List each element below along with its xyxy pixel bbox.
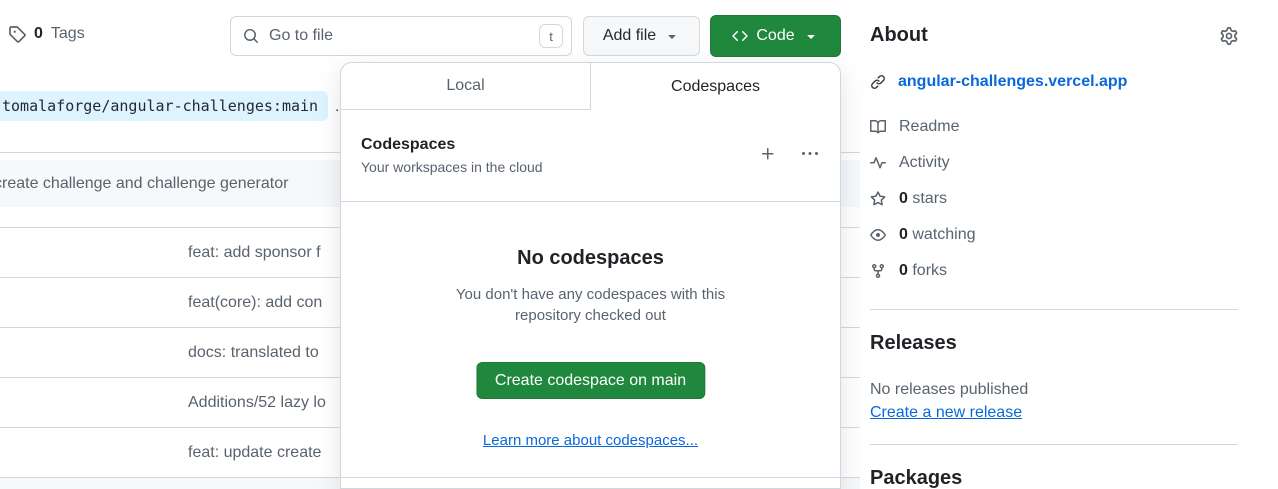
watching-count: 0 xyxy=(899,226,908,243)
go-to-file-search[interactable]: t xyxy=(230,16,572,56)
codespaces-subtitle: Your workspaces in the cloud xyxy=(361,159,543,175)
search-icon xyxy=(243,28,259,44)
no-releases-text: No releases published xyxy=(870,381,1028,399)
kebab-horizontal-icon xyxy=(802,146,818,162)
tags-count: 0 xyxy=(34,25,43,43)
edit-repo-settings-button[interactable] xyxy=(1220,27,1238,48)
star-icon xyxy=(870,191,886,207)
codespaces-title: Codespaces xyxy=(361,136,543,154)
learn-more-link[interactable]: Learn more about codespaces... xyxy=(341,432,840,449)
fork-icon xyxy=(870,263,886,279)
link-icon xyxy=(870,74,886,90)
pulse-icon xyxy=(870,155,886,171)
add-file-label: Add file xyxy=(603,27,656,45)
tab-local[interactable]: Local xyxy=(341,63,591,110)
sidebar-item-label: stars xyxy=(912,190,947,207)
popover-divider xyxy=(341,477,840,478)
code-icon xyxy=(732,28,748,44)
codespaces-more-options-button[interactable] xyxy=(802,146,818,165)
popover-tabs: Local Codespaces xyxy=(341,63,840,110)
sidebar-item-readme[interactable]: Readme xyxy=(870,118,959,136)
search-shortcut-badge: t xyxy=(539,24,563,48)
branch-ref-suffix: . xyxy=(335,98,339,115)
packages-heading: Packages xyxy=(870,467,962,489)
forks-count: 0 xyxy=(899,262,908,279)
eye-icon xyxy=(870,227,886,243)
no-codespaces-description: You don't have any codespaces with this … xyxy=(431,284,751,326)
code-label: Code xyxy=(756,27,794,45)
releases-heading: Releases xyxy=(870,332,957,355)
sidebar-item-label: Readme xyxy=(899,118,959,136)
sidebar-item-label: watching xyxy=(912,226,975,243)
new-codespace-button[interactable] xyxy=(760,146,776,165)
tags-label: Tags xyxy=(51,25,85,43)
plus-icon xyxy=(760,146,776,162)
github-repo-page: 0 Tags t Add file Code tomalaforge/angul… xyxy=(0,0,1278,489)
sidebar-divider xyxy=(870,309,1238,310)
sidebar-item-forks[interactable]: 0 forks xyxy=(870,262,947,280)
sidebar-item-activity[interactable]: Activity xyxy=(870,154,950,172)
sidebar-item-label: Activity xyxy=(899,154,950,172)
tab-codespaces[interactable]: Codespaces xyxy=(591,63,840,110)
tags-link[interactable]: 0 Tags xyxy=(8,25,85,43)
code-dropdown-popover: Local Codespaces Codespaces Your workspa… xyxy=(340,62,841,489)
search-input[interactable] xyxy=(267,26,531,46)
about-heading: About xyxy=(870,24,928,47)
create-release-link[interactable]: Create a new release xyxy=(870,404,1022,422)
no-codespaces-title: No codespaces xyxy=(341,247,840,270)
codespaces-header: Codespaces Your workspaces in the cloud xyxy=(341,110,840,202)
chevron-down-icon xyxy=(803,28,819,44)
book-icon xyxy=(870,119,886,135)
chevron-down-icon xyxy=(664,28,680,44)
gear-icon xyxy=(1220,27,1238,45)
repo-website-link[interactable]: angular-challenges.vercel.app xyxy=(898,73,1127,91)
tag-icon xyxy=(8,25,26,43)
code-button[interactable]: Code xyxy=(710,15,841,57)
sidebar-item-label: forks xyxy=(912,262,947,279)
branch-ref-line: tomalaforge/angular-challenges:main . xyxy=(0,91,339,121)
sidebar-item-stars[interactable]: 0 stars xyxy=(870,190,947,208)
branch-ref-code: tomalaforge/angular-challenges:main xyxy=(0,91,328,121)
add-file-button[interactable]: Add file xyxy=(583,16,700,56)
repo-website-row: angular-challenges.vercel.app xyxy=(870,73,1127,91)
stars-count: 0 xyxy=(899,190,908,207)
create-codespace-button[interactable]: Create codespace on main xyxy=(476,362,705,399)
sidebar-item-watching[interactable]: 0 watching xyxy=(870,226,976,244)
latest-commit-message: create challenge and challenge generator xyxy=(0,175,288,193)
sidebar-divider xyxy=(870,444,1238,445)
